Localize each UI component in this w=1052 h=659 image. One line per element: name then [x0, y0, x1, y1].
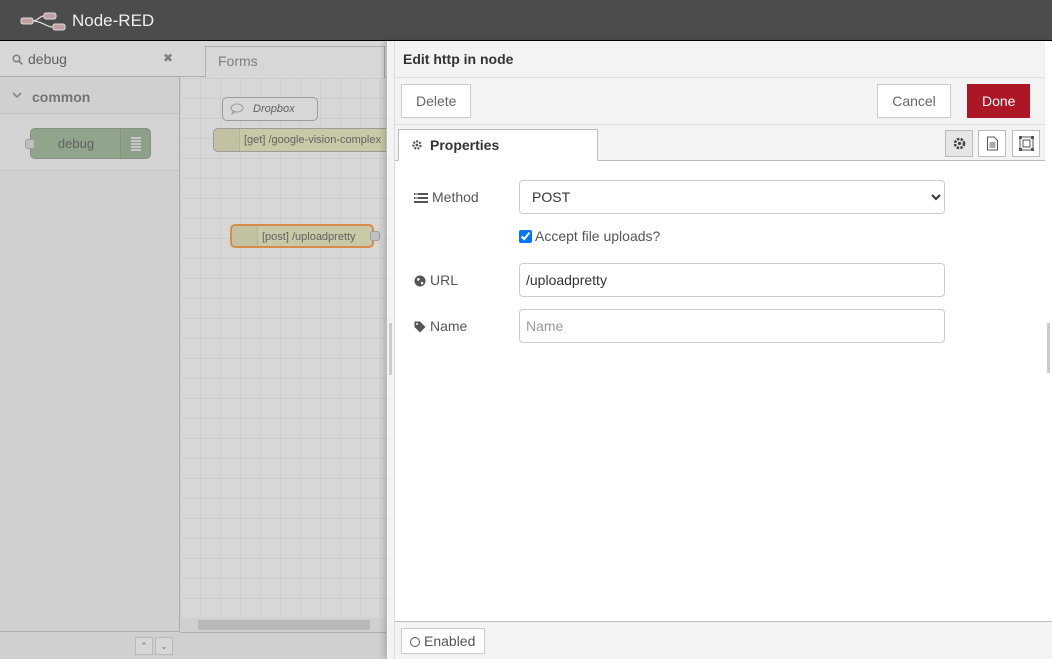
url-label: URL: [414, 272, 458, 288]
editor-tray: Edit http in node Delete Cancel Done Pro…: [386, 41, 1052, 659]
tab-description-button[interactable]: [978, 130, 1006, 157]
name-input[interactable]: [519, 309, 945, 343]
tray-vertical-scrollbar[interactable]: [1045, 41, 1052, 621]
globe-icon: [414, 275, 426, 287]
tag-icon: [414, 321, 426, 333]
tray-header: Edit http in node: [395, 41, 1052, 78]
tray-title: Edit http in node: [403, 51, 514, 67]
circle-icon: [410, 637, 420, 647]
tray-footer: Enabled: [395, 621, 1052, 659]
tray-tabs: Properties: [395, 125, 1052, 161]
app-header: Node-RED: [0, 0, 1052, 41]
url-input[interactable]: [519, 263, 945, 297]
tab-appearance-button[interactable]: [1012, 130, 1040, 157]
gear-icon: [953, 137, 966, 150]
enabled-toggle-button[interactable]: Enabled: [401, 628, 485, 654]
tray-toolbar: Delete Cancel Done: [395, 78, 1052, 125]
url-label-text: URL: [430, 272, 459, 288]
properties-form: Method POST Accept file uploads? URL Nam…: [395, 161, 1045, 623]
enabled-label: Enabled: [424, 633, 476, 649]
tab-properties[interactable]: Properties: [398, 129, 598, 161]
app-title: Node-RED: [72, 11, 155, 30]
method-select[interactable]: POST: [519, 180, 945, 214]
accept-uploads-checkbox[interactable]: [519, 230, 532, 243]
gear-icon: [412, 140, 422, 150]
delete-button[interactable]: Delete: [401, 84, 471, 118]
file-text-icon: [987, 136, 998, 151]
scrollbar-thumb[interactable]: [1047, 323, 1050, 373]
tab-settings-button[interactable]: [945, 130, 973, 157]
node-red-logo-icon: [20, 12, 66, 31]
method-label-text: Method: [432, 189, 479, 205]
name-label: Name: [414, 318, 467, 334]
cancel-button[interactable]: Cancel: [877, 84, 951, 118]
resize-grip: [389, 323, 392, 375]
done-button[interactable]: Done: [967, 84, 1030, 118]
object-ungroup-icon: [1019, 136, 1034, 151]
tray-resize-handle[interactable]: [387, 41, 395, 659]
method-label: Method: [414, 189, 479, 205]
tasks-icon: [414, 193, 428, 203]
accept-uploads-label: Accept file uploads?: [535, 228, 661, 244]
accept-uploads-row[interactable]: Accept file uploads?: [519, 228, 660, 244]
tab-properties-label: Properties: [430, 137, 500, 153]
name-label-text: Name: [430, 318, 468, 334]
